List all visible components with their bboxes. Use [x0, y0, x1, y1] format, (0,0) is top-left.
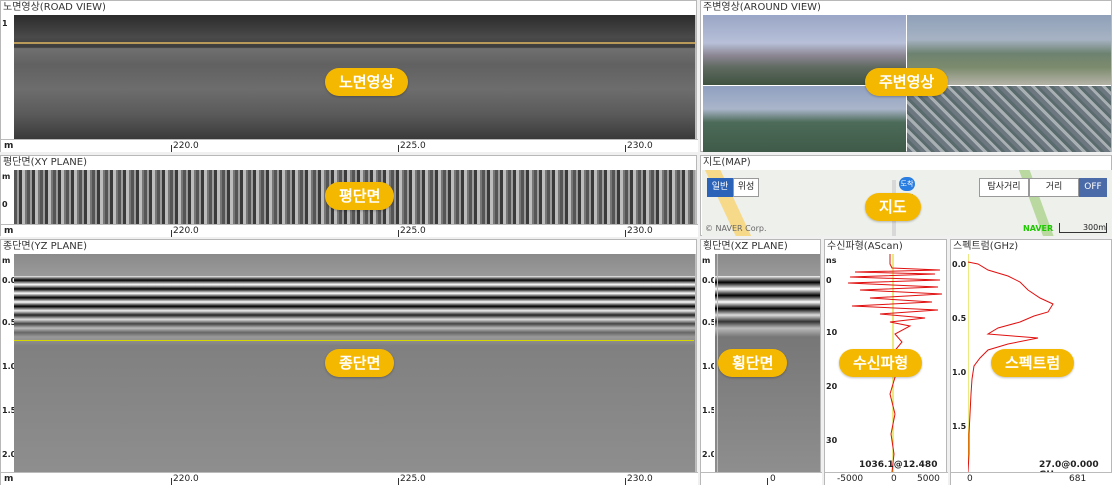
depth-cursor-line: [14, 340, 694, 341]
xy-plane-panel: 평단면(XY PLANE) m 0 평단면 m 220.0 225.0 230.…: [0, 155, 698, 237]
scale-label: 220.0: [173, 141, 199, 151]
longitudinal-section-panel: 종단면(YZ PLANE) m 0.0 0.5 1.0 1.5 2.0 종단면 …: [0, 239, 698, 485]
road-lane-line: [14, 42, 696, 44]
distance-scale: m 220.0 225.0 230.0: [1, 472, 698, 485]
ruler-label: 10: [826, 328, 838, 337]
ruler-label: 0: [826, 276, 832, 285]
ruler-label: 0.0: [702, 276, 714, 285]
map-scalebar: 300m: [1059, 223, 1107, 233]
axis-label: 681: [1069, 474, 1087, 484]
ruler-label: 0.0: [2, 276, 14, 285]
axis-label: -5000: [837, 474, 864, 484]
spectrum-panel: 스펙트럼(GHz) 0.0 0.5 1.0 1.5 27.0@0.000 GHz…: [950, 239, 1112, 485]
ruler-label: 1.0: [2, 362, 14, 371]
ruler-label: 0.0: [952, 260, 967, 269]
ruler-label: m: [2, 256, 11, 265]
xy-plane-ruler: m 0: [1, 170, 13, 224]
scale-unit: m: [4, 474, 14, 484]
map-tab-normal[interactable]: 일반: [707, 178, 733, 197]
ascan-title: 수신파형(AScan): [827, 241, 903, 252]
longitudinal-ruler: m 0.0 0.5 1.0 1.5 2.0: [1, 254, 14, 472]
spectrum-axis: 0 681: [951, 472, 1112, 485]
road-view-title: 노면영상(ROAD VIEW): [3, 2, 106, 13]
scale-label: 225.0: [400, 226, 426, 236]
road-view-ruler: 1: [1, 15, 13, 139]
xy-plane-title: 평단면(XY PLANE): [3, 157, 88, 168]
off-button[interactable]: OFF: [1079, 178, 1107, 197]
ascan-panel: 수신파형(AScan) ns 0 10 20 30 1036.1@12.480 …: [824, 239, 948, 485]
ruler-label: 2.0: [2, 450, 14, 459]
scale-label: 220.0: [173, 226, 199, 236]
ruler-label: 0.5: [702, 318, 714, 327]
camera-left[interactable]: [703, 86, 906, 152]
ruler-label: ns: [826, 256, 837, 265]
ascan-axis: -5000 0 5000: [825, 472, 948, 485]
transverse-section-label: 횡단면: [718, 349, 788, 377]
scale-label: 225.0: [400, 474, 426, 484]
around-view-panel: 주변영상(AROUND VIEW) 주변영상: [700, 0, 1112, 152]
axis-label: 0: [967, 474, 973, 484]
transverse-scale: 0: [701, 472, 822, 485]
around-view-label: 주변영상: [865, 68, 949, 96]
ruler-label: 2.0: [702, 450, 714, 459]
ruler-label: 1.0: [702, 362, 714, 371]
xy-plane-label: 평단면: [325, 182, 395, 210]
spectrum-title: 스펙트럼(GHz): [953, 241, 1019, 252]
around-view-title: 주변영상(AROUND VIEW): [703, 2, 821, 13]
ruler-label: 1: [2, 19, 8, 28]
transverse-section-panel: 횡단면(XZ PLANE) m 0.0 0.5 1.0 1.5 2.0 횡단면 …: [700, 239, 822, 485]
ruler-label: 0.5: [2, 318, 14, 327]
road-view-label: 노면영상: [325, 68, 409, 96]
longitudinal-section-label: 종단면: [325, 349, 395, 377]
scale-label: 225.0: [400, 141, 426, 151]
cursor-line: [695, 170, 696, 224]
cursor-line: [695, 15, 696, 139]
scale-label: 230.0: [627, 474, 653, 484]
map-copyright: © NAVER Corp.: [705, 224, 767, 233]
scale-label: 230.0: [627, 226, 653, 236]
distance-button[interactable]: 거리: [1029, 178, 1079, 197]
cursor-line: [695, 254, 696, 472]
distance-scale: m 220.0 225.0 230.0: [1, 139, 698, 152]
camera-rear[interactable]: [907, 86, 1111, 152]
map-marker-label: 도착: [899, 177, 915, 191]
spectrum-label: 스펙트럼: [991, 349, 1075, 377]
transverse-ruler: m 0.0 0.5 1.0 1.5 2.0: [701, 254, 714, 472]
ruler-label: 1.5: [2, 406, 14, 415]
scale-label: 220.0: [173, 474, 199, 484]
map-title: 지도(MAP): [703, 157, 751, 168]
road-view-panel: 노면영상(ROAD VIEW) 1 노면영상 m 220.0 225.0 230…: [0, 0, 698, 152]
ruler-label: m: [2, 172, 11, 181]
map-panel: 지도(MAP) 일반 위성 도착 탐사거리 거리 OFF © NAVER Cor…: [700, 155, 1112, 236]
axis-label: 0: [891, 474, 897, 484]
ruler-label: 20: [826, 382, 838, 391]
transverse-section-title: 횡단면(XZ PLANE): [703, 241, 788, 252]
ascan-label: 수신파형: [839, 349, 923, 377]
scale-label: 0: [770, 474, 776, 484]
route-distance-button[interactable]: 탐사거리: [979, 178, 1029, 197]
ruler-label: 30: [826, 436, 838, 445]
axis-label: 5000: [917, 474, 940, 484]
scale-unit: m: [4, 226, 14, 236]
ruler-label: 1.5: [702, 406, 714, 415]
map-tab-satellite[interactable]: 위성: [733, 178, 759, 197]
ascan-ruler: ns 0 10 20 30: [825, 254, 839, 472]
naver-logo: NAVER: [1023, 224, 1054, 233]
distance-scale: m 220.0 225.0 230.0: [1, 224, 698, 237]
scale-label: 230.0: [627, 141, 653, 151]
ruler-label: 1.5: [952, 422, 967, 431]
map-label: 지도: [865, 193, 921, 221]
scale-unit: m: [4, 141, 14, 151]
ruler-label: m: [702, 256, 711, 265]
longitudinal-section-title: 종단면(YZ PLANE): [3, 241, 88, 252]
ruler-label: 0: [2, 200, 8, 209]
ruler-label: 1.0: [952, 368, 967, 377]
ruler-label: 0.5: [952, 314, 967, 323]
spectrum-ruler: 0.0 0.5 1.0 1.5: [951, 254, 967, 472]
